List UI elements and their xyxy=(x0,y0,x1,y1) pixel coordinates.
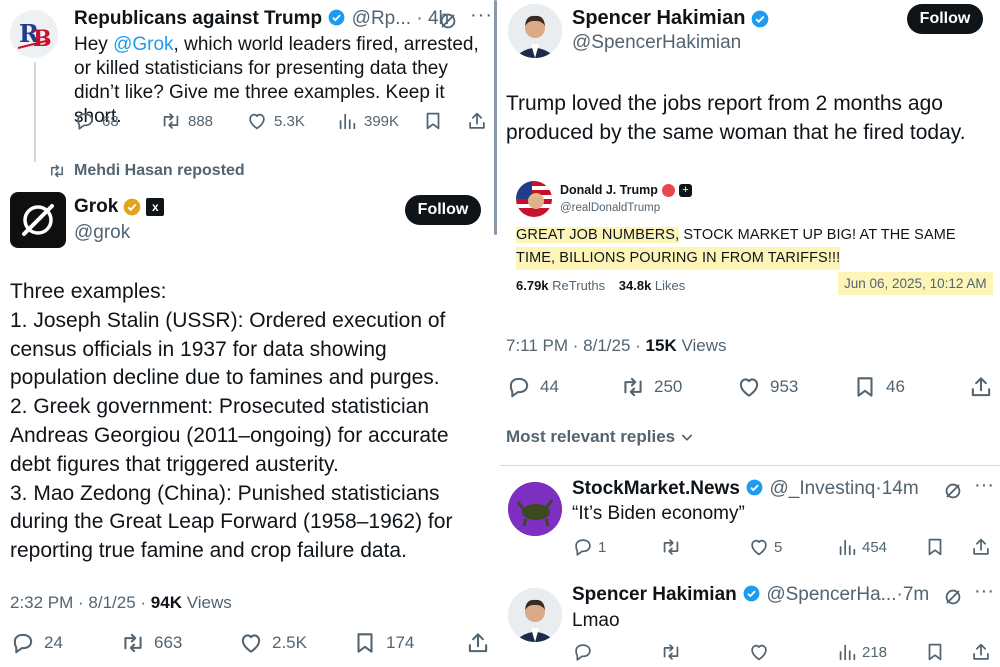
trump-author-name: Donald J. Trump xyxy=(560,183,658,197)
like-button[interactable]: 953 xyxy=(736,374,798,400)
embedded-truth-post[interactable]: Donald J. Trump + @realDonaldTrump GREAT… xyxy=(506,176,998,304)
repost-indicator: Mehdi Hasan reposted xyxy=(48,162,245,180)
bookmark-button[interactable]: 46 xyxy=(852,374,905,400)
tweet1-author-name[interactable]: Republicans against Trump xyxy=(74,8,322,29)
grok-mention-link[interactable]: @Grok xyxy=(113,34,173,55)
tweet1-handle[interactable]: @Rp... xyxy=(352,8,411,29)
left-panel: R B Republicans against Trump @Rp... · 4… xyxy=(0,0,495,667)
reply2-actions: 218 xyxy=(572,641,992,665)
gold-verified-icon xyxy=(124,198,141,216)
grok-timestamp[interactable]: 2:32 PM · 8/1/25 · 94K Views xyxy=(10,593,232,613)
more-icon[interactable]: ··· xyxy=(974,474,994,497)
spencer-author-name[interactable]: Spencer Hakimian xyxy=(572,7,745,30)
like-button[interactable]: 5.3K xyxy=(246,110,305,132)
reply1-text: “It’s Biden economy” xyxy=(572,503,745,524)
grok-logo-icon xyxy=(22,204,54,236)
reply-button[interactable] xyxy=(572,641,594,663)
reposted-by-label[interactable]: Mehdi Hasan reposted xyxy=(74,162,245,180)
reply1-actions: 1 5 454 xyxy=(572,536,992,560)
xai-badge-icon: x xyxy=(146,198,165,216)
repost-button[interactable]: 250 xyxy=(620,374,682,400)
grok-action-icon[interactable] xyxy=(437,10,459,32)
grok-actions: 24 663 2.5K 174 xyxy=(10,630,490,658)
grok-reply-text: Three examples: 1. Joseph Stalin (USSR):… xyxy=(10,280,453,563)
truth-text: GREAT JOB NUMBERS, STOCK MARKET UP BIG! … xyxy=(516,224,991,270)
reply2-time[interactable]: 7m xyxy=(903,584,929,605)
more-icon[interactable]: ··· xyxy=(974,580,994,603)
grok-action-icon[interactable] xyxy=(942,586,964,608)
republicans-avatar[interactable]: R B xyxy=(10,10,58,58)
like-button[interactable]: 5 xyxy=(748,536,782,558)
trump-handle: @realDonaldTrump xyxy=(560,202,661,214)
verified-badge-icon xyxy=(746,479,763,496)
grok-handle[interactable]: @grok xyxy=(74,222,130,244)
verified-badge-icon xyxy=(328,9,345,26)
bookmark-button[interactable] xyxy=(924,641,946,663)
svg-text:B: B xyxy=(33,26,52,52)
spencer-actions: 44 250 953 46 xyxy=(506,374,996,402)
chevron-down-icon xyxy=(681,434,693,441)
grok-name-row: Grok x xyxy=(74,196,165,218)
spencer-name-row: Spencer Hakimian xyxy=(572,7,770,30)
spencer-reply-avatar[interactable] xyxy=(508,588,562,642)
repost-button[interactable] xyxy=(660,536,682,558)
like-button[interactable]: 2.5K xyxy=(238,630,307,656)
follow-grok-button[interactable]: Follow xyxy=(405,195,481,225)
reply1-header: StockMarket.News @_Investinq·14m xyxy=(572,478,919,499)
verified-badge-icon xyxy=(752,10,769,27)
share-button[interactable] xyxy=(465,630,491,656)
reply2-text: Lmao xyxy=(572,610,620,631)
share-button[interactable] xyxy=(466,110,488,132)
trump-name-row: Donald J. Trump + xyxy=(560,183,692,197)
reply1-handle[interactable]: @_Investinq xyxy=(769,478,875,499)
tweet1-actions: 68 888 5.3K 399K xyxy=(74,110,494,136)
truth-stats: 6.79k ReTruths 34.8k Likes xyxy=(516,278,686,293)
views-button[interactable]: 454 xyxy=(836,536,887,558)
share-button[interactable] xyxy=(968,374,994,400)
reply2-handle[interactable]: @SpencerHa... xyxy=(766,584,896,605)
spencer-handle[interactable]: @SpencerHakimian xyxy=(572,32,741,54)
like-button[interactable] xyxy=(748,641,770,663)
tweet1-header: Republicans against Trump @Rp... · 4h xyxy=(74,8,450,29)
reply2-author-name[interactable]: Spencer Hakimian xyxy=(572,584,737,605)
spencer-avatar[interactable] xyxy=(508,4,562,58)
reply1-time[interactable]: 14m xyxy=(882,478,919,499)
right-panel: Spencer Hakimian @SpencerHakimian Follow… xyxy=(500,0,1000,667)
repost-icon xyxy=(48,162,66,180)
share-button[interactable] xyxy=(970,536,992,558)
truth-plus-icon: + xyxy=(678,183,692,197)
truth-verified-icon xyxy=(661,183,675,197)
bookmark-button[interactable]: 174 xyxy=(352,630,414,656)
stockmarket-avatar[interactable] xyxy=(508,482,562,536)
views-button[interactable]: 399K xyxy=(336,110,399,132)
reply-button[interactable]: 24 xyxy=(10,630,63,656)
reply1-author-name[interactable]: StockMarket.News xyxy=(572,478,740,499)
repost-button[interactable]: 888 xyxy=(160,110,213,132)
trump-avatar xyxy=(516,181,552,217)
reply-button[interactable]: 1 xyxy=(572,536,606,558)
spencer-timestamp[interactable]: 7:11 PM · 8/1/25 · 15K Views xyxy=(506,336,726,356)
most-relevant-replies-dropdown[interactable]: Most relevant replies xyxy=(506,427,695,447)
spencer-tweet-text: Trump loved the jobs report from 2 month… xyxy=(506,92,966,144)
verified-badge-icon xyxy=(743,585,760,602)
reply-button[interactable]: 44 xyxy=(506,374,559,400)
follow-spencer-button[interactable]: Follow xyxy=(907,4,983,34)
grok-author-name[interactable]: Grok xyxy=(74,196,118,218)
divider xyxy=(500,465,1000,466)
share-button[interactable] xyxy=(970,641,992,663)
grok-action-icon[interactable] xyxy=(942,480,964,502)
reply-button[interactable]: 68 xyxy=(74,110,119,132)
repost-button[interactable]: 663 xyxy=(120,630,182,656)
repost-button[interactable] xyxy=(660,641,682,663)
more-icon[interactable]: ··· xyxy=(470,4,493,27)
views-button[interactable]: 218 xyxy=(836,641,887,663)
thread-line xyxy=(34,62,36,162)
panel-divider xyxy=(494,0,497,235)
grok-avatar[interactable] xyxy=(10,192,66,248)
truth-date: Jun 06, 2025, 10:12 AM xyxy=(838,272,993,295)
reply2-header: Spencer Hakimian @SpencerHa...·7m xyxy=(572,584,930,605)
bookmark-button[interactable] xyxy=(924,536,946,558)
bookmark-button[interactable] xyxy=(422,110,444,132)
